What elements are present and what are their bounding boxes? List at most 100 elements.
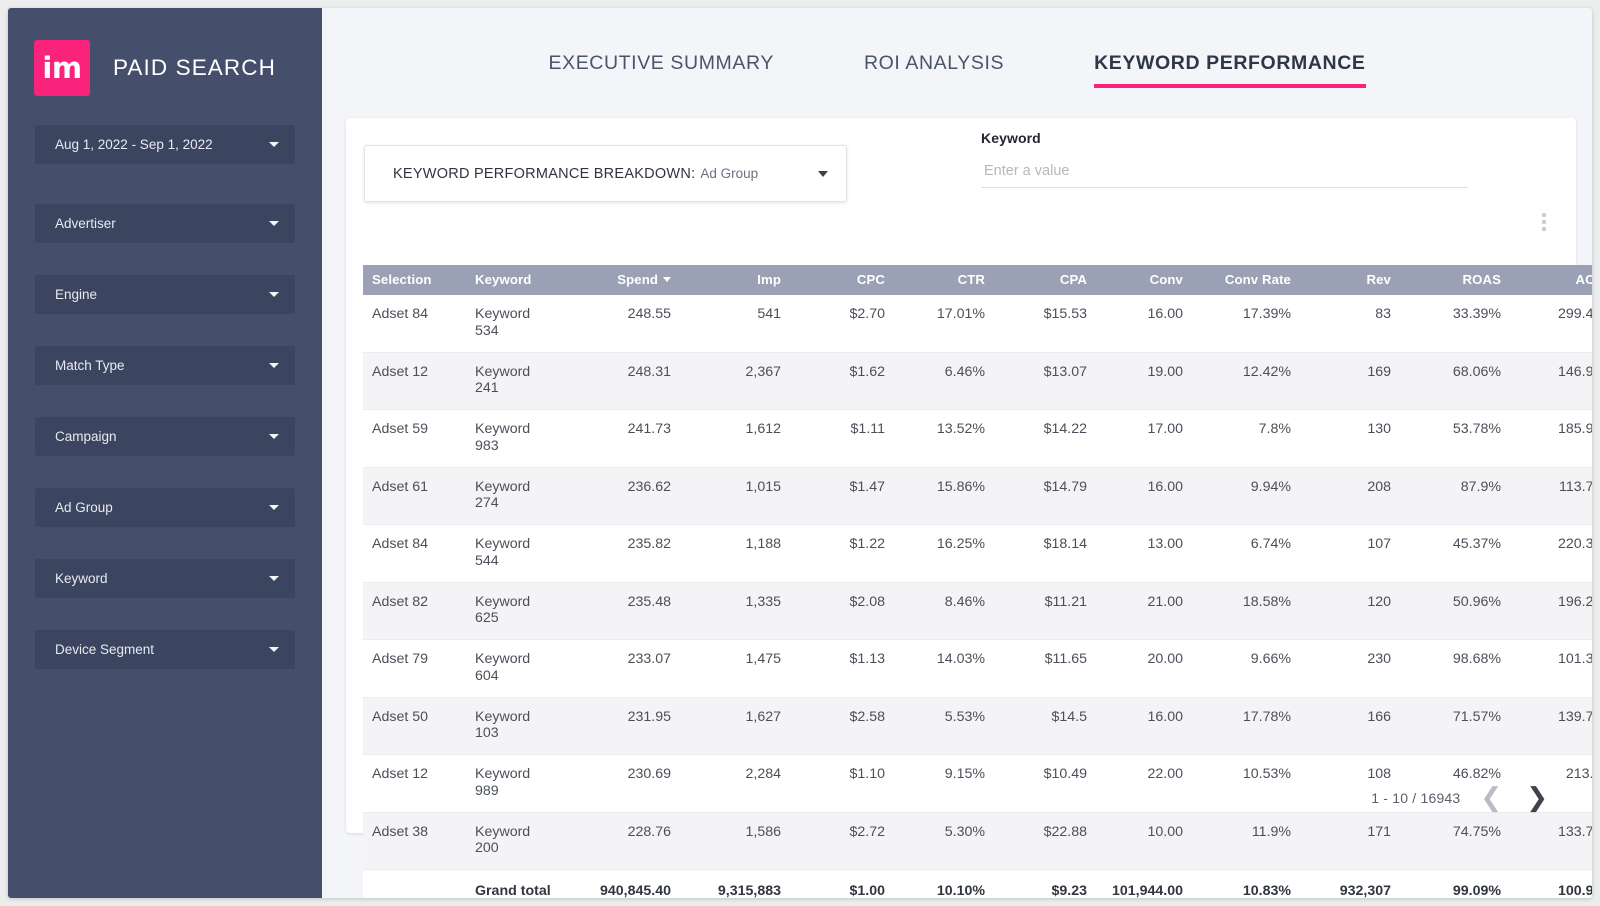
tab-keyword-performance[interactable]: KEYWORD PERFORMANCE: [1094, 52, 1365, 88]
chevron-down-icon: [269, 647, 279, 652]
column-header-rev[interactable]: Rev: [1305, 265, 1405, 295]
sidebar-filter-list: Aug 1, 2022 - Sep 1, 2022 Advertiser Eng…: [8, 103, 322, 669]
cell-rev: 208: [1305, 467, 1405, 525]
table-row[interactable]: Adset 59Keyword 983241.731,612$1.1113.52…: [363, 410, 1592, 468]
cell-keyword: Keyword 544: [466, 525, 567, 583]
filter-match-type[interactable]: Match Type: [35, 346, 295, 385]
cell-selection: Adset 61: [363, 467, 466, 525]
breakdown-select[interactable]: KEYWORD PERFORMANCE BREAKDOWN: Ad Group: [364, 145, 847, 202]
controls-row: KEYWORD PERFORMANCE BREAKDOWN: Ad Group …: [346, 118, 1576, 218]
sidebar: im PAID SEARCH Aug 1, 2022 - Sep 1, 2022…: [8, 8, 322, 898]
cell-imp: 1,335: [685, 582, 795, 640]
grand-total-acos: 100.92%: [1515, 870, 1592, 899]
cell-keyword: Keyword 200: [466, 812, 567, 870]
cell-conv-rate: 9.94%: [1197, 467, 1305, 525]
cell-acos: 146.93%: [1515, 352, 1592, 410]
cell-conv: 17.00: [1101, 410, 1197, 468]
table-row[interactable]: Adset 84Keyword 544235.821,188$1.2216.25…: [363, 525, 1592, 583]
filter-match-type-label: Match Type: [55, 358, 269, 373]
cell-roas: 50.96%: [1405, 582, 1515, 640]
cell-roas: 71.57%: [1405, 697, 1515, 755]
cell-selection: Adset 12: [363, 755, 466, 813]
cell-selection: Adset 50: [363, 697, 466, 755]
filter-campaign[interactable]: Campaign: [35, 417, 295, 456]
column-header-conv[interactable]: Conv: [1101, 265, 1197, 295]
filter-advertiser[interactable]: Advertiser: [35, 204, 295, 243]
brand-header: im PAID SEARCH: [8, 8, 322, 103]
pagination-range: 1 - 10 / 16943: [1371, 790, 1460, 806]
tab-executive-summary[interactable]: EXECUTIVE SUMMARY: [548, 52, 773, 88]
filter-device-segment[interactable]: Device Segment: [35, 630, 295, 669]
cell-imp: 1,475: [685, 640, 795, 698]
cell-cpa: $11.65: [999, 640, 1101, 698]
cell-keyword: Keyword 103: [466, 697, 567, 755]
tab-roi-analysis[interactable]: ROI ANALYSIS: [864, 52, 1004, 88]
cell-cpc: $1.13: [795, 640, 899, 698]
cell-cpa: $22.88: [999, 812, 1101, 870]
column-header-spend-label: Spend: [617, 272, 658, 287]
cell-selection: Adset 12: [363, 352, 466, 410]
keyword-filter-group: Keyword: [981, 130, 1468, 188]
column-header-cpc[interactable]: CPC: [795, 265, 899, 295]
chevron-down-icon: [269, 434, 279, 439]
grand-total-selection: [363, 870, 466, 899]
column-header-cpa[interactable]: CPA: [999, 265, 1101, 295]
cell-conv: 16.00: [1101, 295, 1197, 352]
column-header-conv-rate[interactable]: Conv Rate: [1197, 265, 1305, 295]
filter-date-range[interactable]: Aug 1, 2022 - Sep 1, 2022: [35, 125, 295, 164]
cell-conv-rate: 10.53%: [1197, 755, 1305, 813]
keyword-performance-card: KEYWORD PERFORMANCE BREAKDOWN: Ad Group …: [346, 118, 1576, 833]
filter-engine[interactable]: Engine: [35, 275, 295, 314]
column-header-roas[interactable]: ROAS: [1405, 265, 1515, 295]
chevron-right-icon[interactable]: ❯: [1522, 785, 1552, 811]
cell-rev: 120: [1305, 582, 1405, 640]
cell-cpa: $14.22: [999, 410, 1101, 468]
cell-cpc: $1.22: [795, 525, 899, 583]
cell-spend: 235.82: [567, 525, 685, 583]
cell-ctr: 9.15%: [899, 755, 999, 813]
chevron-down-icon: [818, 171, 828, 177]
cell-keyword: Keyword 989: [466, 755, 567, 813]
table-row[interactable]: Adset 38Keyword 200228.761,586$2.725.30%…: [363, 812, 1592, 870]
table-row[interactable]: Adset 50Keyword 103231.951,627$2.585.53%…: [363, 697, 1592, 755]
cell-imp: 1,627: [685, 697, 795, 755]
cell-spend: 233.07: [567, 640, 685, 698]
cell-conv: 19.00: [1101, 352, 1197, 410]
filter-advertiser-label: Advertiser: [55, 216, 269, 231]
cell-rev: 171: [1305, 812, 1405, 870]
cell-acos: 139.73%: [1515, 697, 1592, 755]
column-header-selection[interactable]: Selection: [363, 265, 466, 295]
sort-desc-icon: [663, 277, 671, 282]
page-title: PAID SEARCH: [113, 55, 276, 81]
filter-keyword[interactable]: Keyword: [35, 559, 295, 598]
cell-spend: 248.31: [567, 352, 685, 410]
grand-total-spend: 940,845.40: [567, 870, 685, 899]
keyword-search-input[interactable]: [981, 159, 1468, 188]
grand-total-cpa: $9.23: [999, 870, 1101, 899]
column-header-acos[interactable]: ACOS: [1515, 265, 1592, 295]
cell-imp: 1,586: [685, 812, 795, 870]
cell-imp: 2,284: [685, 755, 795, 813]
table-row[interactable]: Adset 61Keyword 274236.621,015$1.4715.86…: [363, 467, 1592, 525]
table-row[interactable]: Adset 82Keyword 625235.481,335$2.088.46%…: [363, 582, 1592, 640]
cell-keyword: Keyword 983: [466, 410, 567, 468]
cell-conv-rate: 17.78%: [1197, 697, 1305, 755]
column-header-imp[interactable]: Imp: [685, 265, 795, 295]
column-header-spend[interactable]: Spend: [567, 265, 685, 295]
cell-rev: 107: [1305, 525, 1405, 583]
cell-cpc: $2.70: [795, 295, 899, 352]
cell-cpc: $1.47: [795, 467, 899, 525]
table-row[interactable]: Adset 79Keyword 604233.071,475$1.1314.03…: [363, 640, 1592, 698]
cell-conv-rate: 12.42%: [1197, 352, 1305, 410]
cell-ctr: 16.25%: [899, 525, 999, 583]
more-vertical-icon[interactable]: [1536, 211, 1552, 233]
column-header-ctr[interactable]: CTR: [899, 265, 999, 295]
cell-conv: 20.00: [1101, 640, 1197, 698]
column-header-keyword[interactable]: Keyword: [466, 265, 567, 295]
cell-cpc: $1.62: [795, 352, 899, 410]
chevron-left-icon[interactable]: ❮: [1476, 785, 1506, 811]
cell-imp: 2,367: [685, 352, 795, 410]
table-row[interactable]: Adset 12Keyword 241248.312,367$1.626.46%…: [363, 352, 1592, 410]
filter-ad-group[interactable]: Ad Group: [35, 488, 295, 527]
table-row[interactable]: Adset 84Keyword 534248.55541$2.7017.01%$…: [363, 295, 1592, 352]
